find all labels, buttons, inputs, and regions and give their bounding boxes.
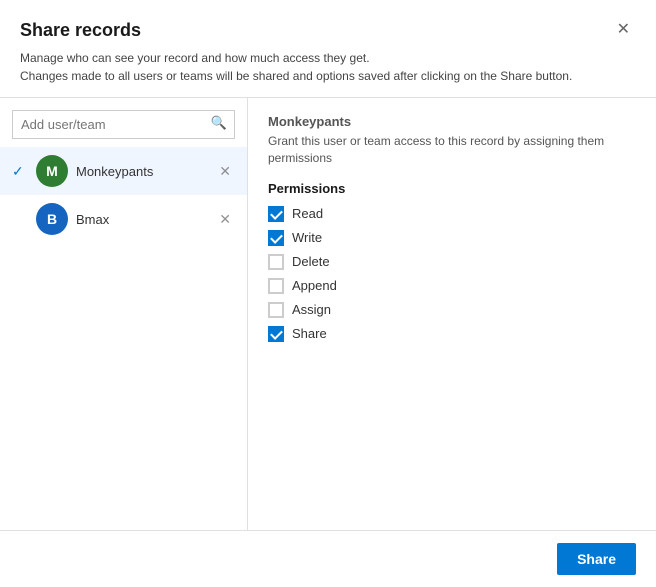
- permission-checkbox-share[interactable]: [268, 326, 284, 342]
- permission-label-delete: Delete: [292, 254, 330, 269]
- dialog-body: 🔍 ✓ M Monkeypants ✕ B: [0, 98, 656, 530]
- user-list: ✓ M Monkeypants ✕ B Bmax ✕: [0, 147, 247, 530]
- permission-item-append: Append: [268, 278, 636, 294]
- search-input[interactable]: [12, 110, 235, 139]
- user-name-1: Monkeypants: [76, 164, 215, 179]
- description-line1: Manage who can see your record and how m…: [20, 49, 636, 67]
- selected-check-icon: ✓: [12, 163, 32, 180]
- remove-user2-button[interactable]: ✕: [215, 210, 235, 228]
- permission-item-assign: Assign: [268, 302, 636, 318]
- close-button[interactable]: ✕: [611, 20, 636, 40]
- left-panel: 🔍 ✓ M Monkeypants ✕ B: [0, 98, 248, 530]
- share-button[interactable]: Share: [557, 543, 636, 575]
- user-item-1[interactable]: ✓ M Monkeypants ✕: [0, 147, 247, 195]
- permission-checkbox-assign[interactable]: [268, 302, 284, 318]
- permission-item-write: Write: [268, 230, 636, 246]
- grant-description: Grant this user or team access to this r…: [268, 133, 636, 167]
- permission-item-read: Read: [268, 206, 636, 222]
- avatar-user1: M: [36, 155, 68, 187]
- remove-user1-button[interactable]: ✕: [215, 162, 235, 180]
- permission-label-assign: Assign: [292, 302, 331, 317]
- avatar-user2: B: [36, 203, 68, 235]
- dialog-header: Share records ✕: [0, 0, 656, 41]
- description-line2: Changes made to all users or teams will …: [20, 67, 636, 85]
- user-name-2: Bmax: [76, 212, 215, 227]
- permissions-label: Permissions: [268, 181, 636, 196]
- permission-checkbox-write[interactable]: [268, 230, 284, 246]
- dialog-footer: Share: [0, 530, 656, 587]
- selected-user-name: Monkeypants: [268, 114, 636, 129]
- permission-label-read: Read: [292, 206, 323, 221]
- permission-item-share: Share: [268, 326, 636, 342]
- permission-checkbox-append[interactable]: [268, 278, 284, 294]
- dialog-title: Share records: [20, 20, 141, 41]
- permission-checkbox-read[interactable]: [268, 206, 284, 222]
- permission-label-share: Share: [292, 326, 327, 341]
- dialog-description: Manage who can see your record and how m…: [0, 41, 656, 98]
- right-panel: Monkeypants Grant this user or team acce…: [248, 98, 656, 530]
- permissions-list: Read Write Delete Append Assign Share: [268, 206, 636, 342]
- permission-item-delete: Delete: [268, 254, 636, 270]
- user-item-2[interactable]: B Bmax ✕: [0, 195, 247, 243]
- permission-label-write: Write: [292, 230, 322, 245]
- permission-checkbox-delete[interactable]: [268, 254, 284, 270]
- share-records-dialog: Share records ✕ Manage who can see your …: [0, 0, 656, 587]
- search-container: 🔍: [0, 98, 247, 147]
- permission-label-append: Append: [292, 278, 337, 293]
